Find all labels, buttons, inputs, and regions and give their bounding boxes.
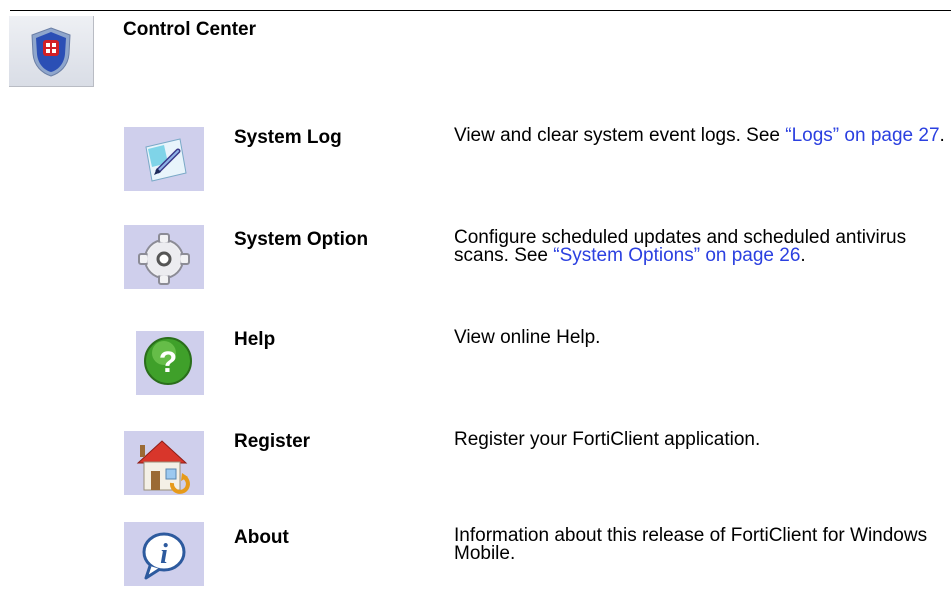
- description-text: Information about this release of FortiC…: [454, 525, 928, 564]
- logs-link[interactable]: “Logs” on page 27: [785, 125, 939, 146]
- description-text: View online Help.: [454, 327, 601, 348]
- forticlient-shield-icon: [9, 16, 94, 87]
- svg-text:i: i: [160, 539, 168, 570]
- notepad-pencil-icon[interactable]: [124, 127, 204, 191]
- house-register-icon[interactable]: [124, 431, 204, 495]
- section-title: Control Center: [123, 19, 256, 40]
- item-description: Information about this release of FortiC…: [454, 525, 951, 564]
- item-description: Configure scheduled updates and schedule…: [454, 228, 951, 266]
- description-text-end: .: [939, 125, 945, 146]
- item-name: About: [234, 527, 289, 548]
- item-name: System Option: [234, 229, 369, 250]
- description-text: Register your FortiClient application.: [454, 429, 761, 450]
- description-text-end: .: [800, 245, 806, 266]
- system-options-link[interactable]: “System Options” on page 26: [553, 245, 800, 266]
- help-question-icon[interactable]: ?: [136, 331, 204, 395]
- item-description: View online Help.: [454, 327, 951, 348]
- item-name: System Log: [234, 127, 342, 148]
- item-name: Help: [234, 329, 276, 350]
- item-description: View and clear system event logs. See “L…: [454, 125, 951, 146]
- item-name: Register: [234, 431, 311, 452]
- svg-text:?: ?: [159, 346, 177, 379]
- item-description: Register your FortiClient application.: [454, 429, 951, 450]
- info-icon[interactable]: i: [124, 522, 204, 586]
- description-text: View and clear system event logs. See: [454, 125, 786, 146]
- top-rule: [10, 10, 951, 11]
- gear-icon[interactable]: [124, 225, 204, 289]
